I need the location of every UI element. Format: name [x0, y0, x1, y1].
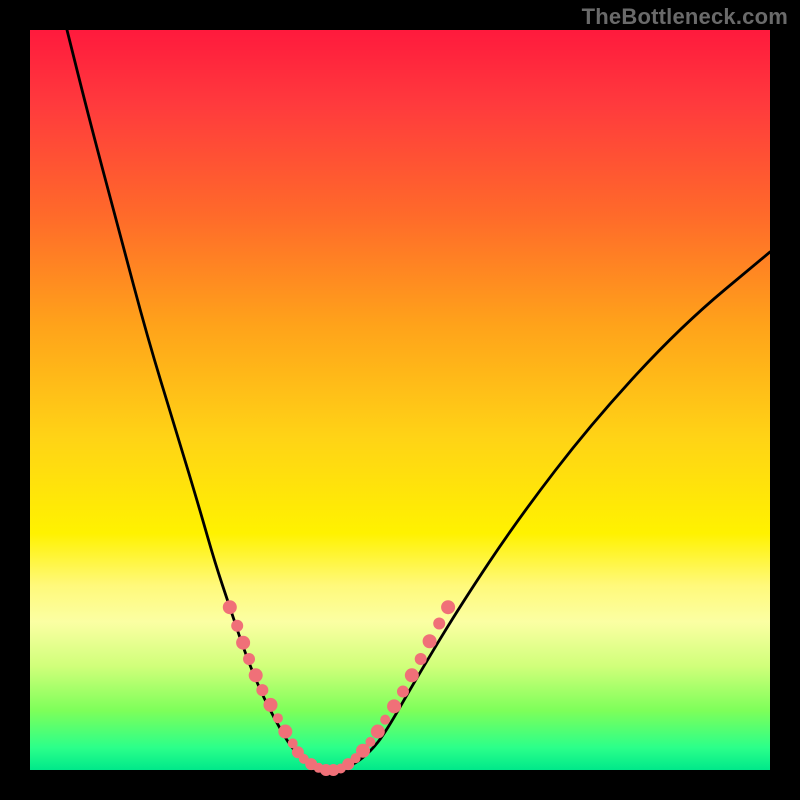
data-marker	[433, 617, 445, 629]
data-marker	[243, 653, 255, 665]
data-marker	[405, 668, 419, 682]
data-marker	[397, 686, 409, 698]
data-marker	[380, 715, 390, 725]
marker-group	[223, 600, 455, 776]
chart-frame: TheBottleneck.com	[0, 0, 800, 800]
curve-layer	[30, 30, 770, 770]
data-marker	[278, 725, 292, 739]
data-marker	[231, 620, 243, 632]
data-marker	[387, 699, 401, 713]
data-marker	[415, 653, 427, 665]
data-marker	[223, 600, 237, 614]
data-marker	[365, 737, 375, 747]
data-marker	[371, 725, 385, 739]
data-marker	[264, 698, 278, 712]
data-marker	[423, 634, 437, 648]
data-marker	[273, 713, 283, 723]
data-marker	[441, 600, 455, 614]
plot-area	[30, 30, 770, 770]
data-marker	[249, 668, 263, 682]
watermark-text: TheBottleneck.com	[582, 4, 788, 30]
data-marker	[236, 636, 250, 650]
data-marker	[256, 684, 268, 696]
